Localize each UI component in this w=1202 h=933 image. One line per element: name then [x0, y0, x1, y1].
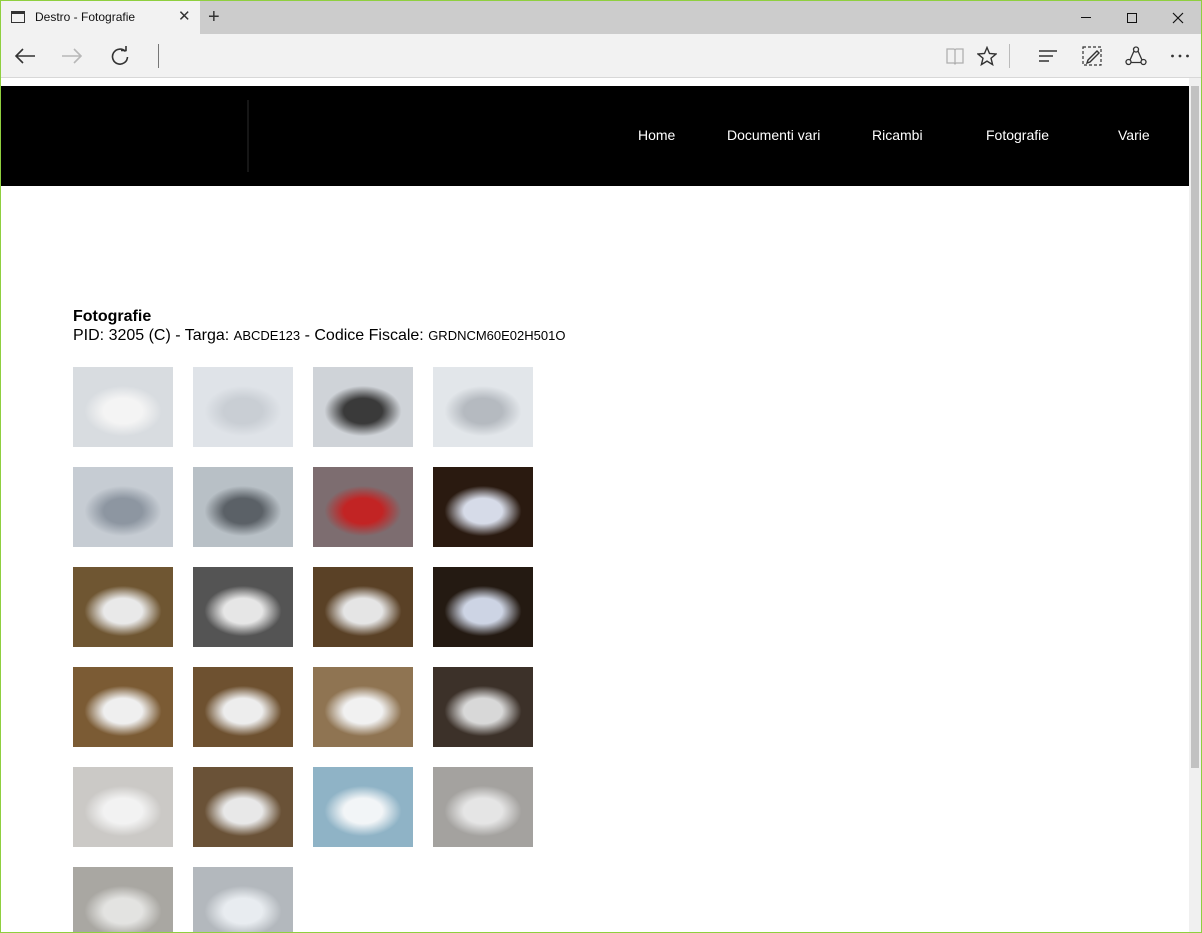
photo-front-damage[interactable] [433, 767, 533, 847]
photo-wheel-arch[interactable] [193, 467, 293, 547]
menu-item-home[interactable]: Home [638, 127, 675, 143]
codice-fiscale-value: GRDNCM60E02H501O [428, 328, 566, 343]
photo-plate-closeup[interactable] [433, 567, 533, 647]
photo-rear-repaired[interactable] [73, 767, 173, 847]
new-tab-button[interactable]: + [208, 6, 220, 28]
navigation-bar [1, 34, 1201, 78]
photo-covered-bumper[interactable] [193, 867, 293, 932]
menu-item-documenti-vari[interactable]: Documenti vari [727, 127, 820, 143]
targa-value: ABCDE123 [233, 328, 301, 343]
web-note-button[interactable] [1072, 34, 1112, 78]
pid-value: 3205 (C) [108, 327, 171, 344]
photo-bumper-damage[interactable] [313, 367, 413, 447]
maximize-button[interactable] [1109, 1, 1155, 34]
hub-icon [1039, 50, 1057, 62]
tab-page-icon [11, 11, 25, 23]
logo-divider [247, 100, 249, 172]
photo-bumper-closeup[interactable] [433, 367, 533, 447]
scrollbar-thumb[interactable] [1191, 86, 1199, 768]
back-arrow-icon [14, 48, 35, 64]
vehicle-info-line: PID: 3205 (C) - Targa: ABCDE123 - Codice… [73, 326, 565, 346]
menu-item-fotografie[interactable]: Fotografie [986, 127, 1049, 143]
refresh-button[interactable] [100, 34, 140, 78]
targa-label: - Targa: [170, 327, 234, 344]
pid-label: PID: [73, 327, 109, 344]
page-content: Fotografie PID: 3205 (C) - Targa: ABCDE1… [73, 308, 565, 346]
forward-arrow-icon [62, 48, 83, 64]
refresh-icon [111, 46, 129, 65]
page-title: Fotografie [73, 308, 152, 325]
address-bar[interactable] [158, 44, 159, 68]
browser-window: Destro - Fotografie ✕ + Home Documenti v… [0, 0, 1202, 933]
tab-title: Destro - Fotografie [35, 10, 136, 24]
site-header: Home Documenti vari Ricambi Fotografie V… [1, 86, 1189, 186]
web-note-icon [1082, 46, 1102, 66]
share-icon [1125, 46, 1147, 66]
photo-covered-car[interactable] [73, 867, 173, 932]
toolbar-separator [1009, 44, 1010, 68]
page-viewport: Home Documenti vari Ricambi Fotografie V… [1, 78, 1201, 932]
photo-bumper-removed[interactable] [313, 667, 413, 747]
photo-rear-repair-1[interactable] [73, 667, 173, 747]
more-dots-icon [1171, 54, 1189, 58]
vertical-scrollbar[interactable] [1189, 78, 1201, 932]
close-window-button[interactable] [1155, 1, 1201, 34]
menu-item-ricambi[interactable]: Ricambi [872, 127, 923, 143]
photo-workshop-rear[interactable] [73, 567, 173, 647]
minimize-icon [1081, 17, 1091, 18]
photo-tail-light[interactable] [313, 467, 413, 547]
window-controls [1063, 1, 1201, 34]
photo-rear-lights-on[interactable] [313, 567, 413, 647]
photo-license-plate-night[interactable] [433, 467, 533, 547]
photo-panel-dent[interactable] [73, 467, 173, 547]
share-button[interactable] [1116, 34, 1156, 78]
codice-fiscale-label: - Codice Fiscale: [300, 327, 429, 344]
more-button[interactable] [1160, 34, 1200, 78]
photo-bumper-dark[interactable] [433, 667, 533, 747]
photo-side-panel[interactable] [193, 567, 293, 647]
photo-bumper-scratch[interactable] [193, 367, 293, 447]
reading-view-icon [946, 48, 964, 65]
photo-bumper-on-floor[interactable] [193, 767, 293, 847]
back-button[interactable] [5, 34, 45, 78]
star-icon [977, 46, 997, 66]
favorite-button[interactable] [967, 34, 1007, 78]
menu-item-varie[interactable]: Varie [1118, 127, 1150, 143]
browser-tab[interactable]: Destro - Fotografie ✕ [1, 1, 200, 34]
photo-document-hand[interactable] [313, 767, 413, 847]
maximize-icon [1127, 12, 1137, 23]
photo-rear-repair-2[interactable] [193, 667, 293, 747]
hub-button[interactable] [1028, 34, 1068, 78]
minimize-button[interactable] [1063, 1, 1109, 34]
forward-button[interactable] [52, 34, 92, 78]
photo-rear-car[interactable] [73, 367, 173, 447]
close-icon [1172, 12, 1184, 23]
tab-close-icon[interactable]: ✕ [178, 9, 191, 24]
title-bar: Destro - Fotografie ✕ + [1, 1, 1201, 34]
